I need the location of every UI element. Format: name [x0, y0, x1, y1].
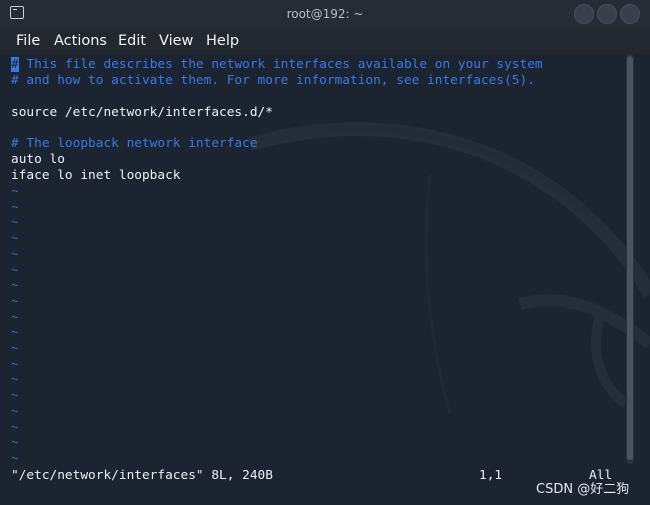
terminal-window: root@192: ~ File Actions Edit View Help …	[0, 0, 650, 505]
empty-line-marker: ~	[11, 419, 19, 435]
editor-line-4: source /etc/network/interfaces.d/*	[11, 105, 273, 120]
comment-text: This file describes the network interfac…	[18, 57, 543, 72]
menu-edit[interactable]: Edit	[118, 28, 146, 54]
minimize-button[interactable]	[574, 4, 594, 24]
empty-line-marker: ~	[11, 450, 19, 466]
window-title: root@192: ~	[286, 7, 364, 21]
empty-line-marker: ~	[11, 184, 19, 199]
status-file-info: "/etc/network/interfaces" 8L, 240B	[11, 468, 273, 483]
watermark: CSDN @好二狗	[536, 482, 630, 497]
empty-line-marker: ~	[11, 372, 19, 388]
empty-line-marker: ~	[11, 325, 19, 341]
editor-line-2: # and how to activate them. For more inf…	[11, 73, 535, 88]
empty-line-marker: ~	[11, 199, 19, 215]
empty-line-marker: ~	[11, 388, 19, 404]
empty-line-marker: ~	[11, 341, 19, 356]
editor-line-1: # This file describes the network interf…	[11, 57, 543, 73]
empty-line-marker: ~	[11, 246, 19, 262]
editor-line-7: auto lo	[11, 152, 65, 167]
empty-line-marker: ~	[11, 435, 19, 451]
maximize-button[interactable]	[597, 4, 617, 24]
empty-line-marker: ~	[11, 356, 19, 372]
menu-bar: File Actions Edit View Help	[0, 28, 650, 54]
menu-help[interactable]: Help	[206, 28, 239, 54]
menu-actions[interactable]: Actions	[54, 28, 107, 54]
editor-line-8: iface lo inet loopback	[11, 168, 181, 183]
scrollbar-thumb[interactable]	[627, 56, 633, 460]
text-cursor: #	[11, 57, 19, 72]
empty-line-marker: ~	[11, 293, 19, 309]
status-cursor-position: 1,1	[479, 468, 503, 483]
title-bar[interactable]: root@192: ~	[0, 0, 650, 28]
menu-view[interactable]: View	[159, 28, 193, 54]
empty-line-marker: ~	[11, 278, 19, 294]
scrollbar[interactable]	[626, 54, 634, 464]
kali-dragon-background-icon	[248, 122, 650, 415]
menu-file[interactable]: File	[16, 28, 40, 54]
empty-line-marker: ~	[11, 262, 19, 278]
editor-line-6: # The loopback network interface	[11, 136, 258, 151]
close-button[interactable]	[620, 4, 640, 24]
empty-line-marker: ~	[11, 231, 19, 247]
empty-line-marker: ~	[11, 309, 19, 325]
terminal-content[interactable]: # This file describes the network interf…	[0, 54, 650, 505]
empty-line-marker: ~	[11, 215, 19, 231]
empty-line-marker: ~	[11, 403, 19, 419]
